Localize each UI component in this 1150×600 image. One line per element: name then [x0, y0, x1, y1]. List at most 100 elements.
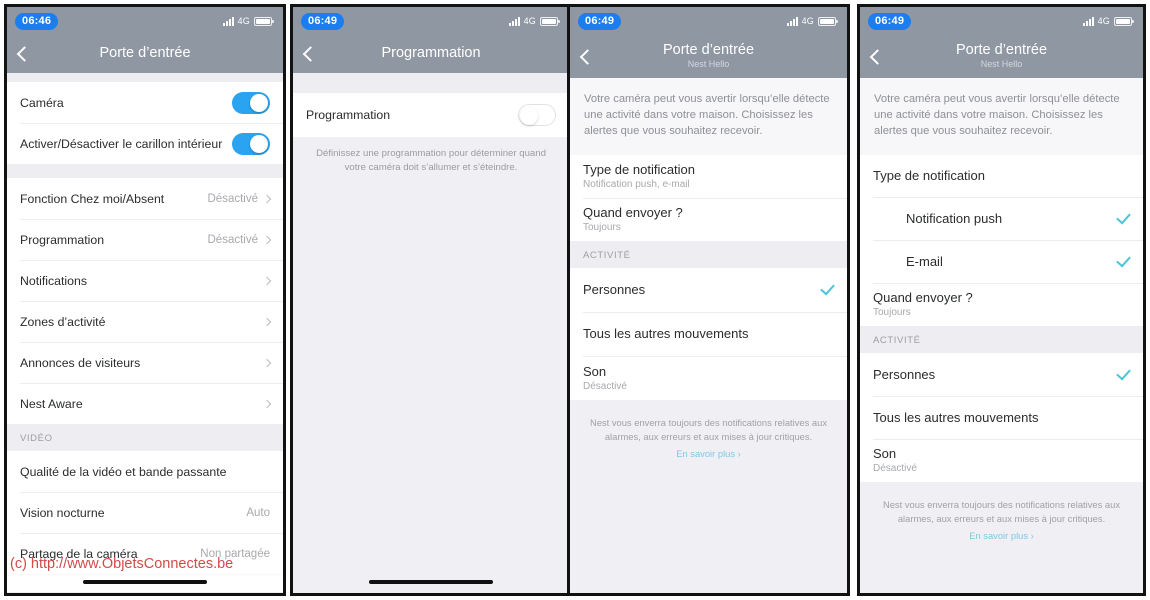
network-type-label: 4G	[1097, 16, 1110, 26]
row-when-to-send-sub: Toujours	[583, 222, 621, 234]
row-notification-type[interactable]: Type de notification	[860, 154, 1143, 197]
row-notifications[interactable]: Notifications	[7, 260, 283, 301]
back-arrow-icon[interactable]	[869, 48, 886, 65]
row-when-to-send[interactable]: Quand envoyer ? Toujours	[570, 197, 847, 241]
row-schedule-label: Programmation	[20, 232, 105, 247]
phone-panel-4: 06:49 4G Porte d’entrée Nest Hello Votre…	[857, 4, 1146, 596]
check-icon	[820, 280, 835, 296]
chevron-right-icon	[262, 358, 272, 367]
status-time: 06:49	[578, 12, 622, 30]
row-notification-type-sub: Notification push, e-mail	[583, 179, 690, 191]
row-push-notification[interactable]: Notification push	[860, 196, 1143, 240]
notifications-footnote-text: Nest vous enverra toujours des notificat…	[882, 498, 1121, 525]
row-home-away-right: Désactivé	[207, 192, 272, 205]
back-arrow-icon[interactable]	[16, 46, 33, 62]
row-schedule-toggle[interactable]: Programmation	[293, 93, 569, 137]
row-email-notification[interactable]: E-mail	[860, 239, 1143, 283]
network-type-label: 4G	[801, 16, 814, 26]
settings-scroll-area[interactable]: Programmation Définissez une programmati…	[293, 73, 569, 593]
section-gap	[293, 73, 569, 93]
row-home-away[interactable]: Fonction Chez moi/Absent Désactivé	[7, 178, 283, 219]
camera-toggle[interactable]	[232, 91, 270, 114]
row-night-vision[interactable]: Vision nocturne Auto	[7, 492, 283, 533]
row-visitor-announcements-label: Annonces de visiteurs	[20, 355, 141, 370]
row-people-label: Personnes	[873, 366, 936, 382]
row-visitor-announcements[interactable]: Annonces de visiteurs	[7, 342, 283, 383]
row-when-to-send[interactable]: Quand envoyer ? Toujours	[860, 282, 1143, 326]
notifications-scroll-area[interactable]: Votre caméra peut vous avertir lorsqu’el…	[860, 78, 1143, 593]
row-home-away-value: Désactivé	[207, 192, 259, 205]
home-indicator	[83, 580, 207, 584]
row-notification-type[interactable]: Type de notification Notification push, …	[570, 154, 847, 198]
learn-more-link[interactable]: En savoir plus ›	[878, 529, 1125, 544]
row-schedule-right: Désactivé	[207, 233, 272, 246]
section-header-activity: ACTIVITÉ	[570, 240, 847, 268]
row-video-quality[interactable]: Qualité de la vidéo et bande passante	[7, 451, 283, 492]
group-activity: Personnes Tous les autres mouvements Son…	[860, 352, 1143, 482]
nav-bar: Programmation	[293, 35, 569, 73]
schedule-toggle[interactable]	[518, 104, 556, 126]
page-title: Programmation	[381, 45, 481, 62]
section-gap	[7, 164, 283, 178]
settings-scroll-area[interactable]: Caméra Activer/Désactiver le carillon in…	[7, 73, 283, 593]
row-notification-type-label: Type de notification	[583, 162, 696, 178]
back-arrow-icon[interactable]	[579, 48, 596, 65]
notifications-footnote: Nest vous enverra toujours des notificat…	[860, 481, 1143, 554]
chevron-right-icon	[262, 399, 272, 408]
row-other-motion[interactable]: Tous les autres mouvements	[570, 311, 847, 356]
section-gap	[7, 73, 283, 82]
page-subtitle: Nest Hello	[687, 59, 730, 70]
chevron-right-icon	[262, 276, 272, 285]
row-nest-aware-label: Nest Aware	[20, 396, 83, 411]
row-sound-label: Son	[873, 446, 897, 462]
check-icon	[1116, 365, 1131, 381]
notifications-scroll-area[interactable]: Votre caméra peut vous avertir lorsqu’el…	[570, 78, 847, 593]
network-type-label: 4G	[237, 16, 250, 26]
row-sound[interactable]: Son Désactivé	[570, 355, 847, 400]
row-sound[interactable]: Son Désactivé	[860, 438, 1143, 482]
row-when-to-send-text: Quand envoyer ? Toujours	[583, 205, 683, 233]
nav-titles: Porte d’entrée Nest Hello	[662, 42, 755, 70]
chevron-right-icon	[262, 194, 272, 203]
row-notification-type-label: Type de notification	[873, 168, 986, 184]
row-schedule-value: Désactivé	[207, 233, 259, 246]
battery-icon	[818, 16, 838, 26]
section-header-video: VIDÉO	[7, 424, 283, 451]
row-people[interactable]: Personnes	[860, 352, 1143, 396]
row-sound-text: Son Désactivé	[583, 364, 627, 392]
chime-toggle[interactable]	[232, 132, 270, 155]
row-chime[interactable]: Activer/Désactiver le carillon intérieur	[7, 123, 283, 164]
status-bar: 06:49 4G	[570, 7, 847, 35]
status-indicators: 4G	[222, 16, 274, 26]
row-notification-type-text: Type de notification Notification push, …	[583, 162, 695, 190]
row-activity-zones-label: Zones d’activité	[20, 314, 106, 329]
row-when-to-send-label: Quand envoyer ?	[583, 205, 683, 221]
notifications-description: Votre caméra peut vous avertir lorsqu’el…	[570, 78, 847, 155]
row-activity-zones[interactable]: Zones d’activité	[7, 301, 283, 342]
back-arrow-icon[interactable]	[302, 46, 319, 62]
row-schedule[interactable]: Programmation Désactivé	[7, 219, 283, 260]
row-schedule-label: Programmation	[306, 108, 391, 122]
row-when-to-send-label: Quand envoyer ?	[873, 290, 973, 306]
row-notifications-label: Notifications	[20, 273, 87, 288]
learn-more-link[interactable]: En savoir plus ›	[588, 447, 829, 462]
row-people[interactable]: Personnes	[570, 267, 847, 312]
row-other-motion[interactable]: Tous les autres mouvements	[860, 395, 1143, 439]
row-sound-sub: Désactivé	[873, 463, 917, 475]
row-email-notification-label: E-mail	[906, 253, 943, 269]
notifications-description: Votre caméra peut vous avertir lorsqu’el…	[860, 78, 1143, 155]
schedule-hint-text: Définissez une programmation pour déterm…	[293, 137, 569, 188]
status-bar: 06:49 4G	[860, 7, 1143, 35]
chevron-right-icon	[262, 235, 272, 244]
page-title: Porte d’entrée	[662, 42, 755, 59]
row-home-away-label: Fonction Chez moi/Absent	[20, 191, 165, 206]
screenshot-stage: 06:46 4G Porte d’entrée Caméra Activer/D…	[0, 0, 1150, 600]
phone-panel-2: 06:49 4G Programmation Programmation Déf…	[290, 4, 572, 596]
status-time: 06:49	[868, 12, 912, 30]
row-camera[interactable]: Caméra	[7, 82, 283, 123]
signal-bars-icon	[1082, 16, 1094, 26]
status-indicators: 4G	[786, 16, 838, 26]
page-title: Porte d’entrée	[955, 42, 1048, 59]
status-indicators: 4G	[1082, 16, 1134, 26]
row-nest-aware[interactable]: Nest Aware	[7, 383, 283, 424]
